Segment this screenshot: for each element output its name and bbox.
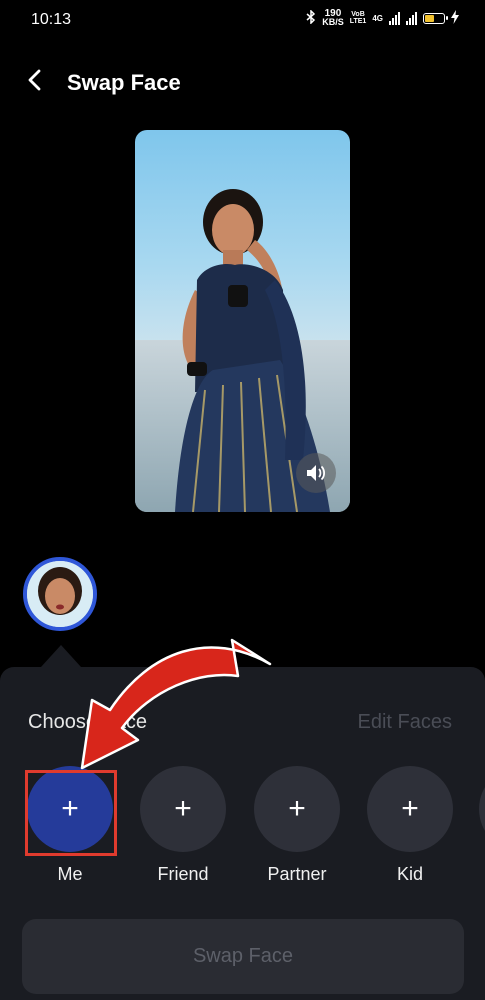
add-face-kid-button[interactable]: +	[367, 766, 453, 852]
speaker-icon	[307, 465, 326, 481]
face-option-kid[interactable]: + Kid	[367, 766, 453, 885]
face-label-friend: Friend	[157, 864, 209, 884]
face-label-partner: Partner	[267, 864, 327, 884]
speed-unit: KB/S	[322, 17, 344, 27]
face-label-me: Me	[57, 864, 83, 884]
sheet-pointer	[41, 645, 81, 667]
edit-faces-button[interactable]: Edit Faces	[358, 711, 452, 734]
annotation-highlight-box	[25, 770, 117, 856]
signal-icon-2	[406, 11, 417, 25]
volte-bottom: LTE1	[349, 18, 367, 25]
add-face-partner-button[interactable]: +	[254, 766, 340, 852]
face-option-partner[interactable]: + Partner	[254, 766, 340, 885]
face-option-more[interactable]	[479, 766, 485, 852]
video-preview[interactable]	[135, 130, 350, 512]
target-face-image	[27, 561, 93, 627]
network-speed: 190 KB/S	[322, 9, 344, 27]
battery-icon	[423, 12, 448, 24]
back-button[interactable]	[22, 66, 52, 96]
add-face-more-button[interactable]	[479, 766, 485, 852]
chevron-left-icon	[28, 69, 41, 91]
face-option-friend[interactable]: + Friend	[140, 766, 226, 885]
face-label-kid: Kid	[396, 864, 423, 884]
charging-icon	[451, 10, 459, 26]
app-header: Swap Face	[0, 58, 485, 106]
volte-indicator: VoB LTE1	[350, 11, 367, 25]
sound-toggle-button[interactable]	[296, 453, 336, 493]
plus-icon: +	[174, 792, 192, 825]
plus-icon: +	[401, 792, 419, 825]
swap-face-button[interactable]: Swap Face	[22, 919, 464, 994]
add-face-friend-button[interactable]: +	[140, 766, 226, 852]
signal-icon	[389, 11, 400, 25]
status-icons: 190 KB/S VoB LTE1 4G	[306, 9, 459, 27]
status-bar: 10:13 190 KB/S VoB LTE1 4G	[0, 0, 485, 42]
plus-icon: +	[288, 792, 306, 825]
choose-face-label: Choose Face	[28, 711, 147, 733]
target-face-avatar[interactable]	[23, 557, 97, 631]
status-time: 10:13	[31, 11, 72, 28]
page-title: Swap Face	[67, 70, 181, 95]
bluetooth-icon	[306, 9, 316, 26]
volte-top: VoB	[351, 11, 365, 18]
net-type: 4G	[372, 13, 383, 23]
